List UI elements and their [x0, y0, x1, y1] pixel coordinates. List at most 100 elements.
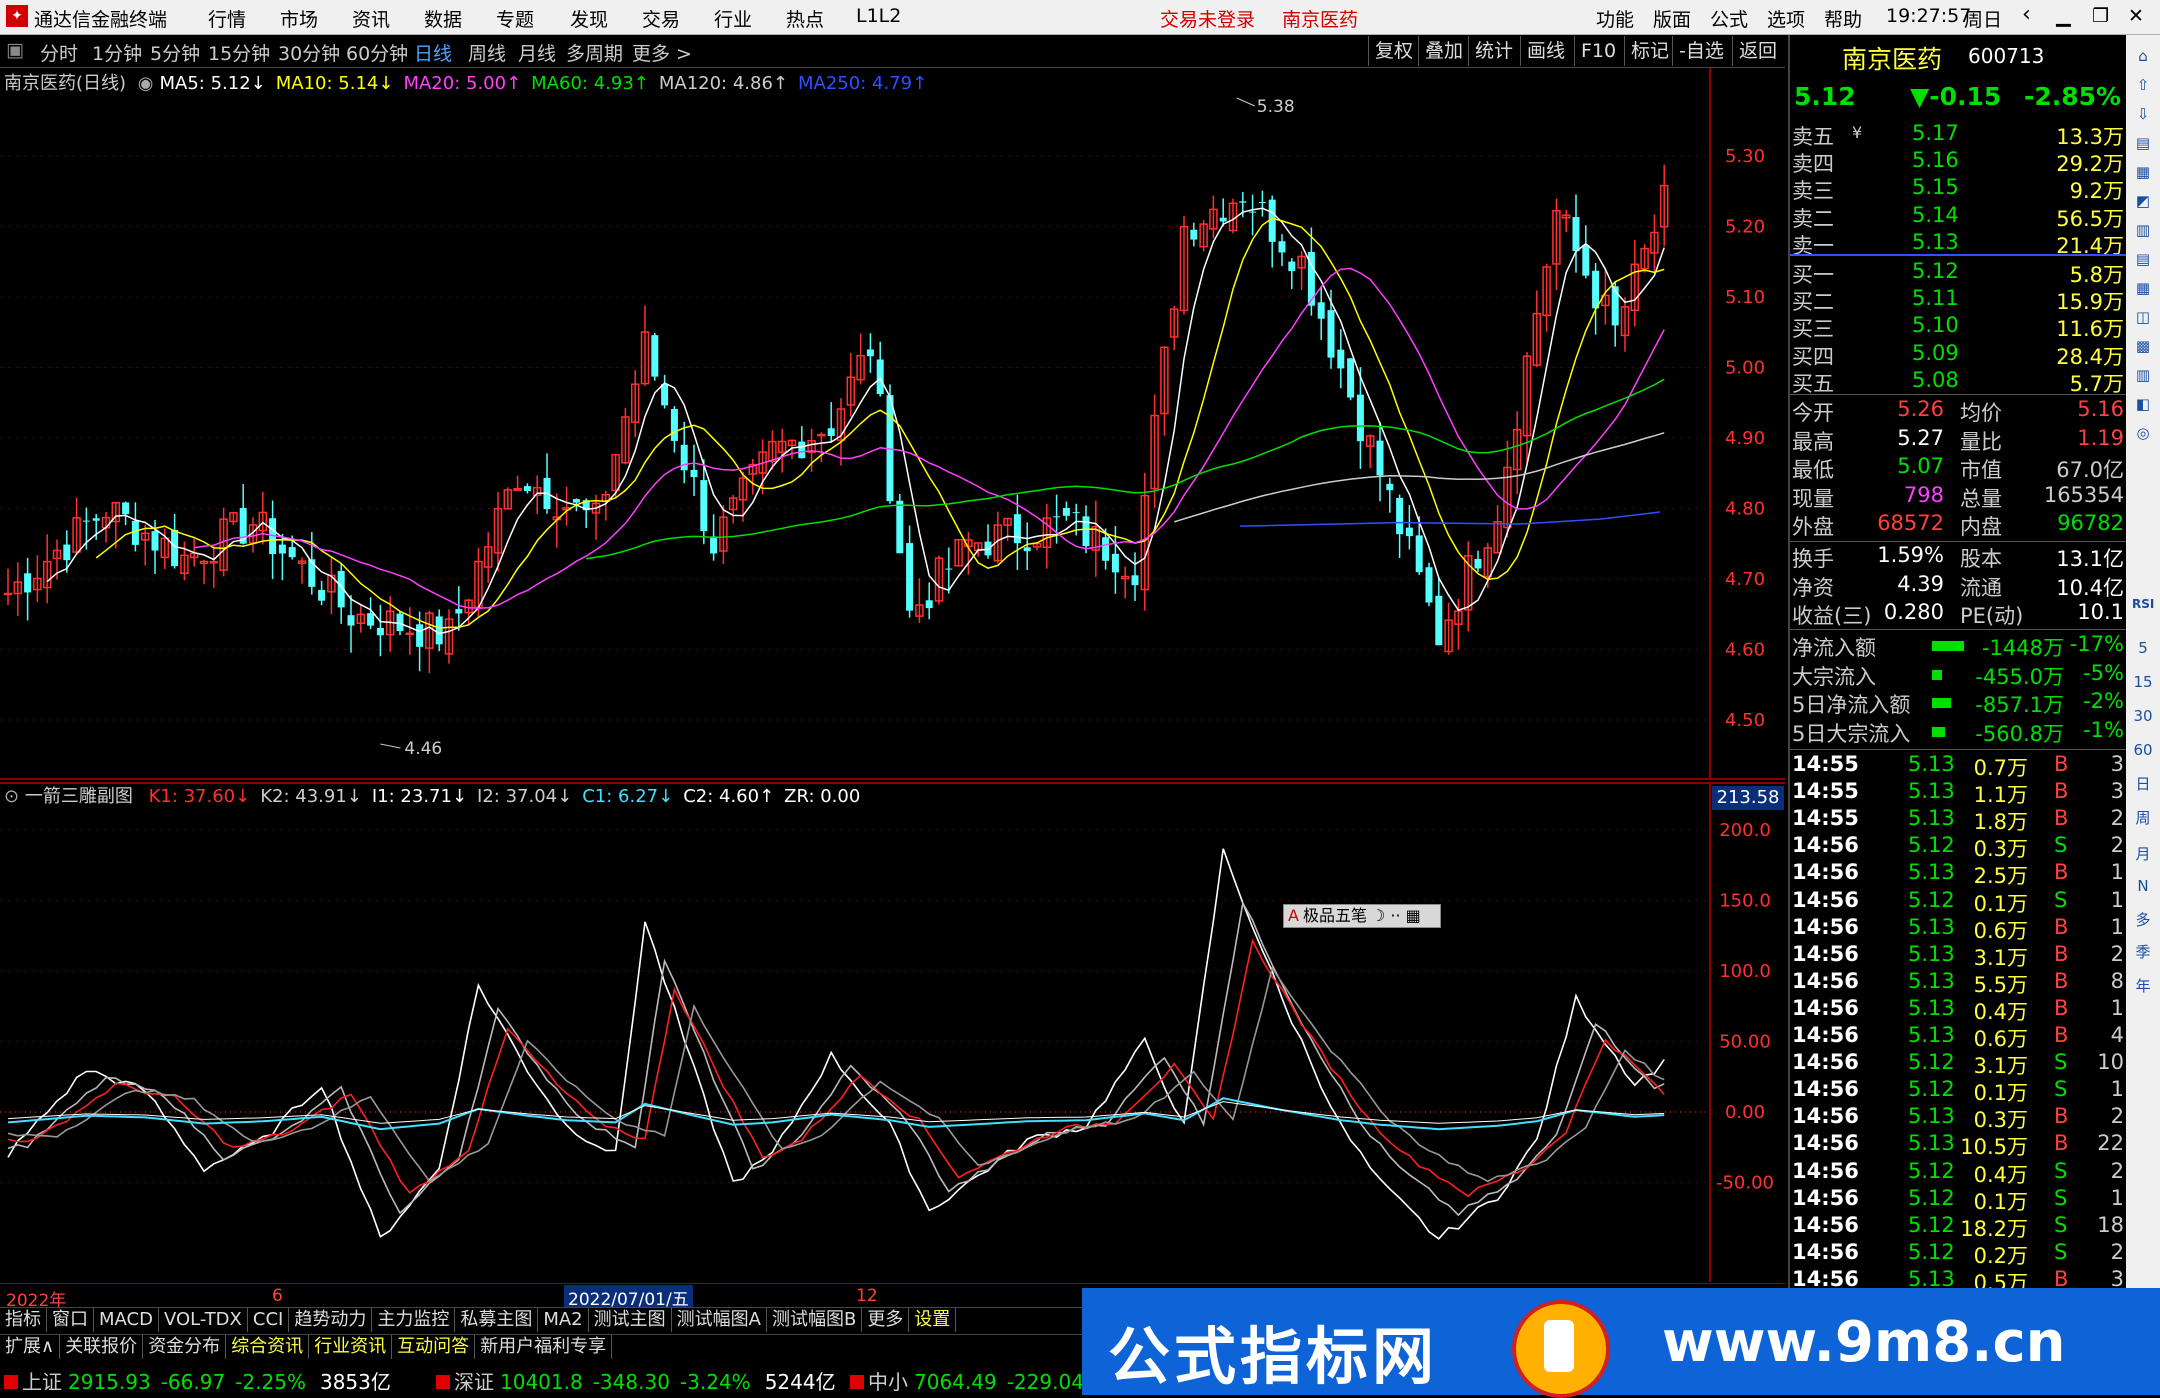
info-tab-4[interactable]: 行业资讯	[309, 1335, 393, 1359]
tool-button-0[interactable]: 复权	[1368, 36, 1419, 66]
index-2[interactable]: 中小 7064.49 -229.04	[850, 1366, 1094, 1395]
sidebar-tool-icon-12[interactable]: ◧	[2132, 393, 2154, 415]
menu-3[interactable]: 数据	[424, 5, 462, 32]
sidebar-tool-icon-13[interactable]: ◎	[2132, 422, 2154, 444]
sidebar-period-1[interactable]: 5	[2132, 637, 2154, 659]
menu-8[interactable]: 热点	[786, 5, 824, 32]
sidebar-period-9[interactable]: 多	[2132, 909, 2154, 931]
indicator-tab-7[interactable]: 私募主图	[455, 1308, 539, 1332]
bid-price[interactable]: 5.08	[1912, 368, 1959, 392]
close-icon[interactable]: ✕	[2128, 5, 2144, 27]
bid-price[interactable]: 5.12	[1912, 259, 1959, 283]
main-chart-canvas[interactable]: 5.30 5.20 5.10 5.00 4.90 4.80 4.70 4.60 4.50 5.38…	[0, 68, 1785, 780]
sidebar-tool-icon-1[interactable]: ⇧	[2132, 74, 2154, 96]
indicator-tab-6[interactable]: 主力监控	[372, 1308, 456, 1332]
back-icon[interactable]: ‹	[2022, 2, 2031, 27]
sidebar-period-2[interactable]: 15	[2132, 671, 2154, 693]
sub-indicator-chart[interactable]: ⊙ 一箭三雕副图 K1: 37.60↓ K2: 43.91↓ I1: 23.71↓ I…	[0, 782, 1785, 1282]
info-tab-3[interactable]: 综合资讯	[226, 1335, 310, 1359]
sidebar-tool-icon-9[interactable]: ◫	[2132, 306, 2154, 328]
menu-5[interactable]: 发现	[570, 5, 608, 32]
sidebar-tool-icon-2[interactable]: ⇩	[2132, 103, 2154, 125]
sub-chart-canvas[interactable]: 200.0 150.0 100.0 50.00 0.00 -50.00	[0, 782, 1785, 1282]
indicator-tab-12[interactable]: 更多	[862, 1308, 910, 1332]
ask-price[interactable]: 5.15	[1912, 175, 1959, 199]
tool-button-2[interactable]: 统计	[1468, 36, 1519, 66]
period-tab-4[interactable]: 30分钟	[278, 39, 340, 66]
info-tab-1[interactable]: 关联报价	[60, 1335, 144, 1359]
period-tab-0[interactable]: 分时	[40, 39, 78, 66]
ask-price[interactable]: 5.13	[1912, 230, 1959, 254]
tool-button-6[interactable]: -自选	[1672, 36, 1730, 66]
info-tab-5[interactable]: 互动问答	[392, 1335, 476, 1359]
info-tab-0[interactable]: 扩展∧	[0, 1335, 61, 1359]
sidebar-period-3[interactable]: 30	[2132, 705, 2154, 727]
bid-price[interactable]: 5.11	[1912, 286, 1959, 310]
sidebar-period-4[interactable]: 60	[2132, 739, 2154, 761]
menu-2[interactable]: 资讯	[352, 5, 390, 32]
sidebar-period-0[interactable]: RSI	[2132, 593, 2154, 615]
sidebar-tool-icon-10[interactable]: ▩	[2132, 335, 2154, 357]
period-tab-10[interactable]: 更多 >	[632, 39, 692, 66]
tool-button-5[interactable]: 标记	[1624, 36, 1675, 66]
menu-1[interactable]: 市场	[280, 5, 318, 32]
menu-4[interactable]: 专题	[496, 5, 534, 32]
sidebar-period-11[interactable]: 年	[2132, 975, 2154, 997]
period-tab-3[interactable]: 15分钟	[208, 39, 270, 66]
ime-toolbar[interactable]: A 极品五笔 ☽ ·· ▦	[1283, 904, 1441, 928]
tool-button-1[interactable]: 叠加	[1418, 36, 1469, 66]
indicator-tab-8[interactable]: MA2	[538, 1308, 589, 1332]
period-tab-1[interactable]: 1分钟	[92, 39, 142, 66]
period-tab-8[interactable]: 月线	[518, 39, 556, 66]
menu-7[interactable]: 行业	[714, 5, 752, 32]
menu-6[interactable]: 交易	[642, 5, 680, 32]
ask-price[interactable]: 5.16	[1912, 148, 1959, 172]
indicator-tab-1[interactable]: 窗口	[47, 1308, 94, 1332]
ask-price[interactable]: 5.17	[1912, 121, 1959, 145]
index-1[interactable]: 深证 10401.8 -348.30 -3.24% 5244亿	[436, 1366, 836, 1395]
login-status[interactable]: 交易未登录	[1160, 5, 1255, 32]
index-0[interactable]: 上证 2915.93 -66.97 -2.25% 3853亿	[4, 1366, 391, 1395]
indicator-tab-2[interactable]: MACD	[94, 1308, 159, 1332]
period-tab-2[interactable]: 5分钟	[150, 39, 200, 66]
indicator-tab-11[interactable]: 测试幅图B	[767, 1308, 863, 1332]
sidebar-tool-icon-7[interactable]: ▤	[2132, 248, 2154, 270]
ime-moon-icon[interactable]: ☽ ·· ▦	[1367, 906, 1421, 925]
indicator-tab-10[interactable]: 测试幅图A	[672, 1308, 767, 1332]
info-tab-2[interactable]: 资金分布	[143, 1335, 227, 1359]
restore-icon[interactable]: ❐	[2092, 5, 2109, 27]
menu-9[interactable]: L1L2	[856, 5, 901, 27]
indicator-tab-4[interactable]: CCI	[248, 1308, 290, 1332]
period-tab-5[interactable]: 60分钟	[346, 39, 408, 66]
minimize-icon[interactable]: ▁	[2056, 5, 2071, 27]
period-tab-7[interactable]: 周线	[468, 39, 506, 66]
tool-button-7[interactable]: 返回	[1732, 36, 1783, 66]
sidebar-period-8[interactable]: N	[2132, 875, 2154, 897]
sidebar-period-6[interactable]: 周	[2132, 807, 2154, 829]
sidebar-tool-icon-8[interactable]: ▦	[2132, 277, 2154, 299]
sidebar-tool-icon-4[interactable]: ▦	[2132, 161, 2154, 183]
sidebar-period-5[interactable]: 日	[2132, 773, 2154, 795]
indicator-tab-9[interactable]: 测试主图	[589, 1308, 672, 1332]
info-tab-6[interactable]: 新用户福利专享	[475, 1335, 613, 1359]
bid-price[interactable]: 5.09	[1912, 341, 1959, 365]
sidebar-tool-icon-6[interactable]: ▥	[2132, 219, 2154, 241]
ask-price[interactable]: 5.14	[1912, 203, 1959, 227]
sidebar-tool-icon-3[interactable]: ▤	[2132, 132, 2154, 154]
indicator-tab-0[interactable]: 指标	[0, 1308, 47, 1332]
sidebar-period-10[interactable]: 季	[2132, 941, 2154, 963]
right-menu-1[interactable]: 版面	[1653, 5, 1691, 32]
period-tab-6[interactable]: 日线	[414, 39, 452, 66]
tool-button-3[interactable]: 画线	[1520, 36, 1571, 66]
right-menu-3[interactable]: 选项	[1767, 5, 1805, 32]
indicator-tab-13[interactable]: 设置	[909, 1308, 957, 1332]
right-menu-0[interactable]: 功能	[1596, 5, 1634, 32]
period-tab-9[interactable]: 多周期	[566, 39, 623, 66]
indicator-tab-3[interactable]: VOL-TDX	[159, 1308, 248, 1332]
sidebar-tool-icon-5[interactable]: ◩	[2132, 190, 2154, 212]
tool-button-4[interactable]: F10	[1574, 36, 1622, 66]
sidebar-period-7[interactable]: 月	[2132, 843, 2154, 865]
right-menu-2[interactable]: 公式	[1710, 5, 1748, 32]
sidebar-tool-icon-11[interactable]: ▥	[2132, 364, 2154, 386]
bid-price[interactable]: 5.10	[1912, 313, 1959, 337]
